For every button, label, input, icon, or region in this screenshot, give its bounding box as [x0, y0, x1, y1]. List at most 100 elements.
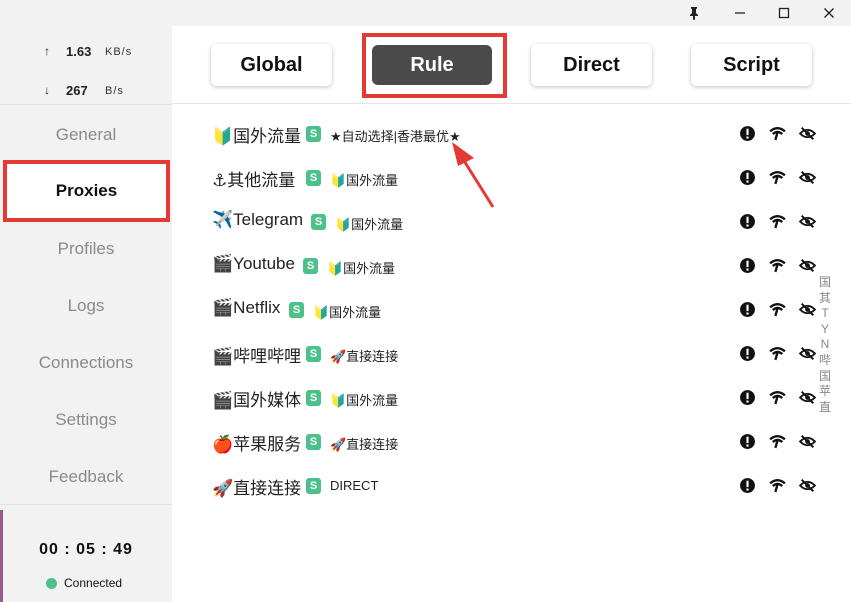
group-type-badge: S	[306, 390, 321, 406]
proxy-group-row[interactable]: 🎬Netflix S 🔰国外流量	[172, 288, 851, 332]
group-selected-proxy[interactable]: ★自动选择|香港最优★	[330, 126, 461, 145]
mode-bar: Global Rule Direct Script	[172, 26, 851, 104]
group-name: 🔰国外流量	[212, 127, 302, 146]
sidebar-item-feedback[interactable]: Feedback	[0, 448, 172, 505]
info-icon[interactable]	[738, 432, 756, 450]
proxy-group-row[interactable]: 🔰国外流量 S ★自动选择|香港最优★	[172, 112, 851, 156]
latency-wifi-icon[interactable]	[768, 300, 786, 318]
proxy-group-row[interactable]: 🎬哔哩哔哩 S 🚀直接连接	[172, 332, 851, 376]
latency-wifi-icon[interactable]	[768, 476, 786, 494]
group-selected-proxy[interactable]: 🔰国外流量	[330, 170, 398, 189]
upload-speed: ↑ 1.63 KB/s	[0, 32, 172, 72]
sidebar-item-profiles[interactable]: Profiles	[0, 220, 172, 277]
proxy-group-row[interactable]: 🎬国外媒体 S 🔰国外流量	[172, 376, 851, 420]
hide-eye-icon[interactable]	[798, 476, 816, 494]
group-name: 🎬国外媒体	[212, 391, 302, 410]
close-icon[interactable]	[811, 0, 847, 26]
title-bar	[0, 0, 851, 26]
proxy-group-row[interactable]: ⚓其他流量 S 🔰国外流量	[172, 156, 851, 200]
index-letter[interactable]: Y	[819, 322, 831, 338]
upload-value: 1.63	[66, 44, 92, 59]
info-icon[interactable]	[738, 256, 756, 274]
latency-wifi-icon[interactable]	[768, 124, 786, 142]
group-selected-proxy[interactable]: DIRECT	[330, 478, 378, 493]
sidebar-item-connections[interactable]: Connections	[0, 334, 172, 391]
group-type-badge: S	[306, 346, 321, 362]
sidebar-item-logs[interactable]: Logs	[0, 277, 172, 334]
minimize-icon[interactable]	[722, 0, 758, 26]
group-type-badge: S	[306, 434, 321, 450]
hide-eye-icon[interactable]	[798, 212, 816, 230]
group-index-strip[interactable]: 国 其 T Y N 哔 国 苹 直	[819, 275, 831, 415]
group-name: ⚓其他流量	[212, 171, 296, 190]
proxy-group-row[interactable]: 🎬Youtube S 🔰国外流量	[172, 244, 851, 288]
hide-eye-icon[interactable]	[798, 256, 816, 274]
group-selected-proxy[interactable]: 🔰国外流量	[335, 214, 403, 233]
hide-eye-icon[interactable]	[798, 388, 816, 406]
hide-eye-icon[interactable]	[798, 168, 816, 186]
latency-wifi-icon[interactable]	[768, 432, 786, 450]
upload-unit: KB/s	[105, 46, 133, 58]
latency-wifi-icon[interactable]	[768, 212, 786, 230]
info-icon[interactable]	[738, 168, 756, 186]
pin-icon[interactable]	[676, 0, 712, 26]
group-selected-proxy[interactable]: 🚀直接连接	[330, 434, 398, 453]
window-edge	[0, 510, 3, 602]
maximize-icon[interactable]	[766, 0, 802, 26]
group-name: 🚀直接连接	[212, 479, 302, 498]
sidebar-item-settings[interactable]: Settings	[0, 391, 172, 448]
sidebar-item-proxies[interactable]: Proxies	[3, 160, 170, 222]
latency-wifi-icon[interactable]	[768, 344, 786, 362]
group-selected-proxy[interactable]: 🔰国外流量	[313, 302, 381, 321]
mode-global-button[interactable]: Global	[211, 44, 332, 86]
mode-script-button[interactable]: Script	[691, 44, 812, 86]
group-type-badge: S	[306, 170, 321, 186]
info-icon[interactable]	[738, 124, 756, 142]
info-icon[interactable]	[738, 476, 756, 494]
index-letter[interactable]: 国	[819, 369, 831, 385]
info-icon[interactable]	[738, 300, 756, 318]
group-type-badge: S	[289, 302, 304, 318]
hide-eye-icon[interactable]	[798, 344, 816, 362]
group-selected-proxy[interactable]: 🔰国外流量	[327, 258, 395, 277]
proxy-group-row[interactable]: 🚀直接连接 S DIRECT	[172, 464, 851, 508]
index-letter[interactable]: 哔	[819, 353, 831, 369]
sidebar-divider	[0, 504, 172, 505]
info-icon[interactable]	[738, 388, 756, 406]
connection-timer: 00 : 05 : 49	[39, 541, 133, 558]
proxy-group-row[interactable]: 🍎苹果服务 S 🚀直接连接	[172, 420, 851, 464]
mode-direct-button[interactable]: Direct	[531, 44, 652, 86]
status-dot-icon	[46, 577, 57, 589]
latency-wifi-icon[interactable]	[768, 388, 786, 406]
group-type-badge: S	[311, 214, 326, 230]
hide-eye-icon[interactable]	[798, 432, 816, 450]
hide-eye-icon[interactable]	[798, 300, 816, 318]
index-letter[interactable]: 其	[819, 291, 831, 307]
group-name: 🎬Youtube	[212, 254, 295, 273]
upload-arrow-icon: ↑	[44, 44, 50, 58]
sidebar-item-general[interactable]: General	[0, 106, 172, 163]
download-arrow-icon: ↓	[44, 83, 50, 97]
group-selected-proxy[interactable]: 🔰国外流量	[330, 390, 398, 409]
group-selected-proxy[interactable]: 🚀直接连接	[330, 346, 398, 365]
index-letter[interactable]: 国	[819, 275, 831, 291]
latency-wifi-icon[interactable]	[768, 168, 786, 186]
group-name: 🍎苹果服务	[212, 435, 302, 454]
annotation-highlight-box	[362, 33, 507, 98]
group-type-badge: S	[303, 258, 318, 274]
index-letter[interactable]: 苹	[819, 384, 831, 400]
sidebar: ↑ 1.63 KB/s ↓ 267 B/s General Proxies Pr…	[0, 26, 172, 602]
group-name: 🎬哔哩哔哩	[212, 347, 302, 366]
group-name: 🎬Netflix	[212, 298, 281, 317]
hide-eye-icon[interactable]	[798, 124, 816, 142]
proxy-group-row[interactable]: ✈️Telegram S 🔰国外流量	[172, 200, 851, 244]
sidebar-divider	[0, 104, 172, 105]
download-speed: ↓ 267 B/s	[0, 71, 172, 111]
info-icon[interactable]	[738, 212, 756, 230]
index-letter[interactable]: T	[819, 306, 831, 322]
index-letter[interactable]: N	[819, 337, 831, 353]
index-letter[interactable]: 直	[819, 400, 831, 416]
group-type-badge: S	[306, 126, 321, 142]
info-icon[interactable]	[738, 344, 756, 362]
latency-wifi-icon[interactable]	[768, 256, 786, 274]
